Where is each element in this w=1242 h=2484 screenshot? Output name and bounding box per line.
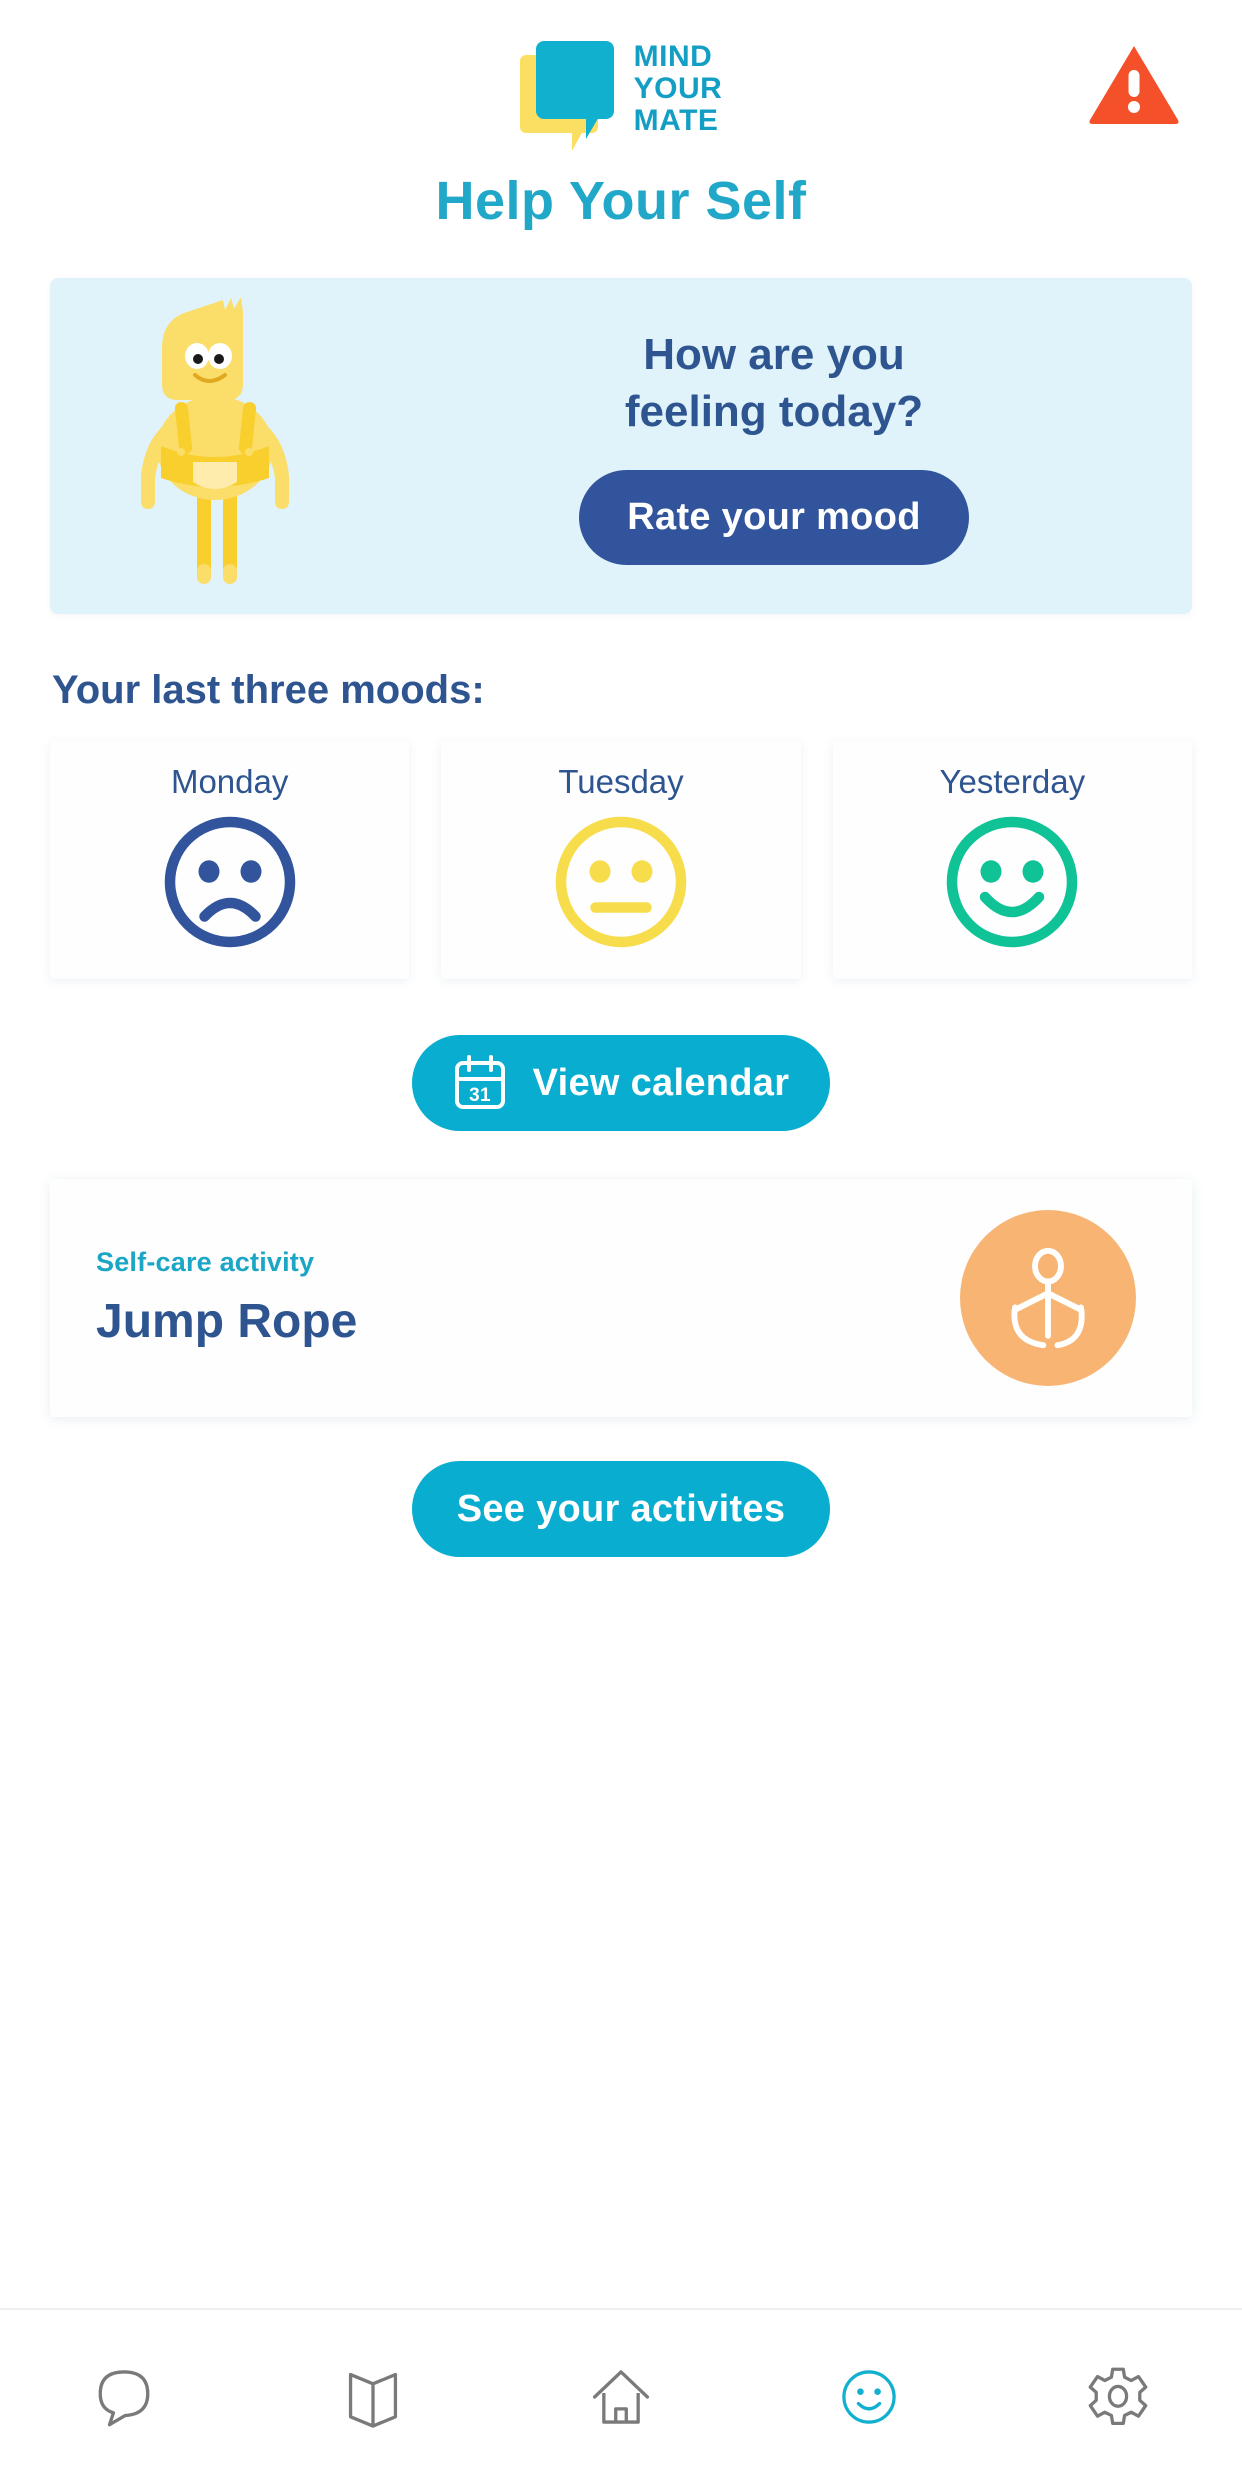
app-screen: MIND YOUR MATE Help Your Self How are yo… bbox=[0, 0, 1242, 2484]
app-logo: MIND YOUR MATE bbox=[519, 41, 723, 151]
logo-line-3: MATE bbox=[633, 103, 719, 137]
speech-bubble-logo-icon bbox=[519, 41, 616, 151]
gear-icon bbox=[1088, 2367, 1148, 2426]
activity-text-block: Self-care activity Jump Rope bbox=[96, 1247, 960, 1349]
bottom-navigation-bar bbox=[0, 2308, 1242, 2484]
nav-item-chat[interactable] bbox=[0, 2310, 248, 2484]
mood-card-day-label: Yesterday bbox=[939, 763, 1086, 800]
rate-your-mood-button[interactable]: Rate your mood bbox=[579, 469, 969, 565]
nav-item-home[interactable] bbox=[497, 2310, 745, 2484]
mood-question-line1: How are you bbox=[643, 330, 905, 380]
nav-item-mood[interactable] bbox=[745, 2310, 993, 2484]
calendar-icon-day: 31 bbox=[469, 1085, 491, 1106]
alert-button[interactable] bbox=[1088, 44, 1180, 124]
logo-wordmark: MIND YOUR MATE bbox=[634, 41, 723, 136]
logo-line-2: YOUR bbox=[633, 72, 723, 106]
chat-bubble-icon bbox=[98, 2370, 150, 2427]
logo-line-1: MIND bbox=[633, 40, 713, 74]
mascot-illustration bbox=[50, 278, 380, 614]
activity-name-label: Jump Rope bbox=[96, 1295, 358, 1348]
mood-card-monday[interactable]: Monday bbox=[50, 741, 410, 979]
neutral-face-icon bbox=[555, 816, 687, 948]
mood-banner-content: How are you feeling today? Rate your moo… bbox=[380, 327, 1192, 565]
mood-question-line2: feeling today? bbox=[624, 386, 924, 436]
mood-card-yesterday[interactable]: Yesterday bbox=[832, 741, 1192, 979]
mood-card-day-label: Tuesday bbox=[558, 763, 684, 800]
smiley-face-icon bbox=[842, 2370, 897, 2424]
view-calendar-button[interactable]: 31 View calendar bbox=[412, 1035, 830, 1131]
self-care-activity-card[interactable]: Self-care activity Jump Rope bbox=[50, 1179, 1192, 1417]
mood-card-day-label: Monday bbox=[170, 763, 289, 800]
mood-question: How are you feeling today? bbox=[625, 327, 923, 440]
see-activities-button[interactable]: See your activites bbox=[412, 1461, 830, 1557]
activities-button-row: See your activites bbox=[0, 1417, 1242, 1557]
page-title: Help Your Self bbox=[435, 171, 807, 231]
happy-face-icon bbox=[947, 816, 1078, 948]
jump-rope-icon bbox=[1011, 1247, 1085, 1349]
activity-kicker-label: Self-care activity bbox=[96, 1247, 315, 1277]
calendar-button-row: 31 View calendar bbox=[0, 979, 1242, 1131]
nav-item-settings[interactable] bbox=[994, 2310, 1242, 2484]
warning-triangle-icon bbox=[1089, 46, 1179, 124]
sad-face-icon bbox=[164, 816, 295, 948]
mood-history-list: Monday Tuesday Yesterday bbox=[50, 741, 1192, 979]
view-calendar-label: View calendar bbox=[532, 1061, 790, 1104]
mood-banner-card: How are you feeling today? Rate your moo… bbox=[50, 278, 1192, 614]
book-icon bbox=[348, 2372, 397, 2428]
mood-card-tuesday[interactable]: Tuesday bbox=[441, 741, 801, 979]
home-icon bbox=[592, 2370, 650, 2424]
app-header: MIND YOUR MATE bbox=[0, 0, 1242, 178]
logo-bubble-shape bbox=[535, 41, 614, 139]
calendar-icon: 31 bbox=[454, 1055, 505, 1109]
layout-spacer bbox=[0, 1557, 1242, 2308]
yellow-mascot-character-icon bbox=[141, 297, 289, 584]
last-moods-heading: Your last three moods: bbox=[52, 668, 485, 712]
activity-icon-circle bbox=[960, 1210, 1136, 1386]
nav-item-resources[interactable] bbox=[248, 2310, 496, 2484]
